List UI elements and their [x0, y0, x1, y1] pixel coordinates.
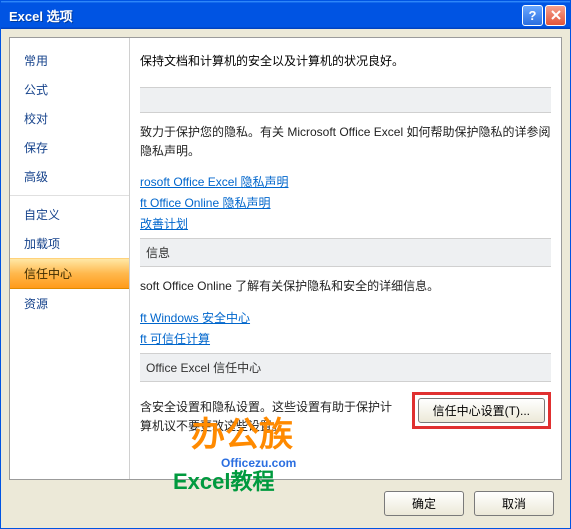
sidebar-item-formulas[interactable]: 公式	[10, 75, 129, 104]
sidebar-item-label: 校对	[24, 112, 48, 126]
sidebar-item-trust-center[interactable]: 信任中心	[10, 258, 129, 289]
sidebar-item-proofing[interactable]: 校对	[10, 104, 129, 133]
trust-center-settings-button[interactable]: 信任中心设置(T)...	[418, 398, 545, 423]
intro-text: 保持文档和计算机的安全以及计算机的状况良好。	[140, 52, 551, 69]
sidebar-item-label: 公式	[24, 83, 48, 97]
sidebar-item-addins[interactable]: 加载项	[10, 229, 129, 258]
sidebar-item-advanced[interactable]: 高级	[10, 162, 129, 191]
ok-button[interactable]: 确定	[384, 491, 464, 516]
sidebar-item-customize[interactable]: 自定义	[10, 200, 129, 229]
link-windows-security[interactable]: ft Windows 安全中心	[140, 309, 551, 326]
help-button[interactable]: ?	[522, 5, 543, 26]
sidebar-item-label: 信任中心	[24, 267, 72, 281]
privacy-text: 致力于保护您的隐私。有关 Microsoft Office Excel 如何帮助…	[140, 123, 551, 161]
options-dialog: Excel 选项 ? 常用 公式 校对 保存 高级 自定义 加载项 信任中心 资…	[0, 0, 571, 529]
sidebar-item-label: 保存	[24, 141, 48, 155]
trust-center-header: Office Excel 信任中心	[140, 353, 551, 382]
privacy-header	[140, 87, 551, 113]
content-panel: 保持文档和计算机的安全以及计算机的状况良好。 致力于保护您的隐私。有关 Micr…	[130, 38, 561, 479]
cancel-button[interactable]: 取消	[474, 491, 554, 516]
highlight-box: 信任中心设置(T)...	[412, 392, 551, 429]
link-improvement-plan[interactable]: 改善计划	[140, 215, 551, 232]
client-area: 常用 公式 校对 保存 高级 自定义 加载项 信任中心 资源 保持文档和计算机的…	[9, 37, 562, 480]
sidebar-item-label: 资源	[24, 297, 48, 311]
close-button[interactable]	[545, 5, 566, 26]
trust-center-text: 含安全设置和隐私设置。这些设置有助于保护计算机议不要更改这些设置。	[140, 398, 402, 436]
sidebar-item-label: 加载项	[24, 237, 60, 251]
link-online-privacy[interactable]: ft Office Online 隐私声明	[140, 194, 551, 211]
dialog-footer: 确定 取消	[384, 491, 554, 516]
sidebar: 常用 公式 校对 保存 高级 自定义 加载项 信任中心 资源	[10, 38, 130, 479]
sidebar-item-common[interactable]: 常用	[10, 46, 129, 75]
info-header: 信息	[140, 238, 551, 267]
sidebar-item-label: 自定义	[24, 208, 60, 222]
sidebar-item-label: 常用	[24, 54, 48, 68]
link-excel-privacy[interactable]: rosoft Office Excel 隐私声明	[140, 173, 551, 190]
link-trustworthy-computing[interactable]: ft 可信任计算	[140, 330, 551, 347]
close-icon	[551, 10, 561, 20]
sidebar-item-save[interactable]: 保存	[10, 133, 129, 162]
sidebar-item-label: 高级	[24, 170, 48, 184]
titlebar: Excel 选项 ?	[1, 1, 570, 29]
info-text: soft Office Online 了解有关保护隐私和安全的详细信息。	[140, 277, 551, 296]
sidebar-item-resources[interactable]: 资源	[10, 289, 129, 318]
window-title: Excel 选项	[9, 6, 520, 25]
divider	[10, 195, 129, 196]
